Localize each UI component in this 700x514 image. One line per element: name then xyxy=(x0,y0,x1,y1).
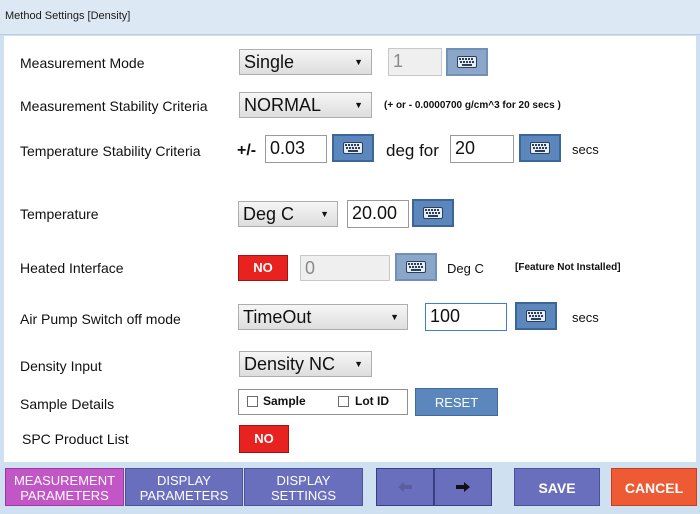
tab-measurement-parameters[interactable]: MEASUREMENT PARAMETERS xyxy=(5,468,124,506)
stability-criteria-label: Measurement Stability Criteria xyxy=(20,98,208,114)
sample-details-group: Sample Lot ID xyxy=(238,389,408,415)
stability-criteria-select[interactable]: NORMAL ▼ xyxy=(239,92,372,118)
save-button[interactable]: SAVE xyxy=(514,468,600,506)
chevron-down-icon: ▼ xyxy=(354,100,363,110)
stability-seconds-unit: secs xyxy=(572,142,599,157)
temperature-unit-value: Deg C xyxy=(243,204,295,224)
keyboard-icon[interactable] xyxy=(519,134,561,162)
sample-checkbox-label: Sample xyxy=(263,394,306,408)
tab-measurement-line1: MEASUREMENT xyxy=(13,473,116,488)
reset-button-label: RESET xyxy=(434,395,479,410)
cancel-button[interactable]: CANCEL xyxy=(611,468,697,506)
stability-criteria-note: (+ or - 0.0000700 g/cm^3 for 20 secs ) xyxy=(384,100,561,111)
heated-interface-field: 0 xyxy=(300,255,390,281)
spc-product-list-toggle[interactable]: NO xyxy=(239,425,289,453)
stability-seconds-field[interactable]: 20 xyxy=(450,135,514,163)
keyboard-icon[interactable] xyxy=(515,302,557,330)
feature-not-installed-note: [Feature Not Installed] xyxy=(515,262,621,273)
heated-interface-label: Heated Interface xyxy=(20,260,124,276)
temperature-label: Temperature xyxy=(20,206,99,222)
temperature-field[interactable]: 20.00 xyxy=(347,200,409,228)
temperature-stability-label: Temperature Stability Criteria xyxy=(20,143,201,159)
chevron-down-icon: ▼ xyxy=(354,57,363,67)
plus-minus-label: +/- xyxy=(237,142,257,159)
save-button-label: SAVE xyxy=(538,480,576,496)
arrow-left-icon xyxy=(398,482,412,492)
tab-display-settings-line1: DISPLAY xyxy=(276,473,331,488)
sample-details-label: Sample Details xyxy=(20,396,115,412)
density-input-value: Density NC xyxy=(244,354,336,374)
stability-criteria-value: NORMAL xyxy=(244,95,322,115)
air-pump-mode-select[interactable]: TimeOut ▼ xyxy=(238,304,408,330)
spc-product-list-label: SPC Product List xyxy=(22,431,129,447)
temperature-unit-select[interactable]: Deg C ▼ xyxy=(238,201,338,227)
keyboard-icon[interactable] xyxy=(446,48,488,76)
heated-interface-unit: Deg C xyxy=(447,261,484,276)
title-bar: Method Settings [Density] xyxy=(0,0,700,35)
tab-display-parameters-line1: DISPLAY xyxy=(157,473,211,488)
tab-measurement-line2: PARAMETERS xyxy=(20,488,109,503)
measurement-mode-value: Single xyxy=(244,52,295,72)
tab-display-settings-line2: SETTINGS xyxy=(270,488,336,503)
air-pump-label: Air Pump Switch off mode xyxy=(20,311,181,327)
air-pump-mode-value: TimeOut xyxy=(243,307,312,327)
reset-button[interactable]: RESET xyxy=(415,388,498,416)
keyboard-icon[interactable] xyxy=(332,134,374,162)
deg-for-label: deg for xyxy=(386,141,439,160)
sample-checkbox[interactable] xyxy=(247,396,258,407)
window-title: Method Settings [Density] xyxy=(5,10,131,22)
next-button[interactable] xyxy=(434,468,492,506)
tab-display-parameters-line2: PARAMETERS xyxy=(139,488,229,503)
density-input-label: Density Input xyxy=(20,358,102,374)
tab-display-parameters[interactable]: DISPLAY PARAMETERS xyxy=(125,468,243,506)
lot-id-checkbox[interactable] xyxy=(338,396,349,407)
chevron-down-icon: ▼ xyxy=(320,209,329,219)
air-pump-unit: secs xyxy=(572,310,599,325)
density-input-select[interactable]: Density NC ▼ xyxy=(239,351,372,377)
tab-display-settings[interactable]: DISPLAY SETTINGS xyxy=(244,468,363,506)
measurement-mode-select[interactable]: Single ▼ xyxy=(239,49,372,75)
arrow-right-icon xyxy=(456,482,470,492)
cancel-button-label: CANCEL xyxy=(624,480,684,496)
measurement-count-field[interactable]: 1 xyxy=(388,48,442,76)
keyboard-icon[interactable] xyxy=(412,199,454,227)
measurement-mode-label: Measurement Mode xyxy=(20,55,145,71)
chevron-down-icon: ▼ xyxy=(354,359,363,369)
chevron-down-icon: ▼ xyxy=(390,312,399,322)
heated-interface-toggle[interactable]: NO xyxy=(238,255,288,281)
lot-id-checkbox-label: Lot ID xyxy=(355,394,389,408)
temperature-tolerance-field[interactable]: 0.03 xyxy=(265,135,327,163)
air-pump-timeout-field[interactable]: 100 xyxy=(425,303,507,331)
previous-button[interactable] xyxy=(376,468,434,506)
keyboard-icon xyxy=(395,253,437,281)
